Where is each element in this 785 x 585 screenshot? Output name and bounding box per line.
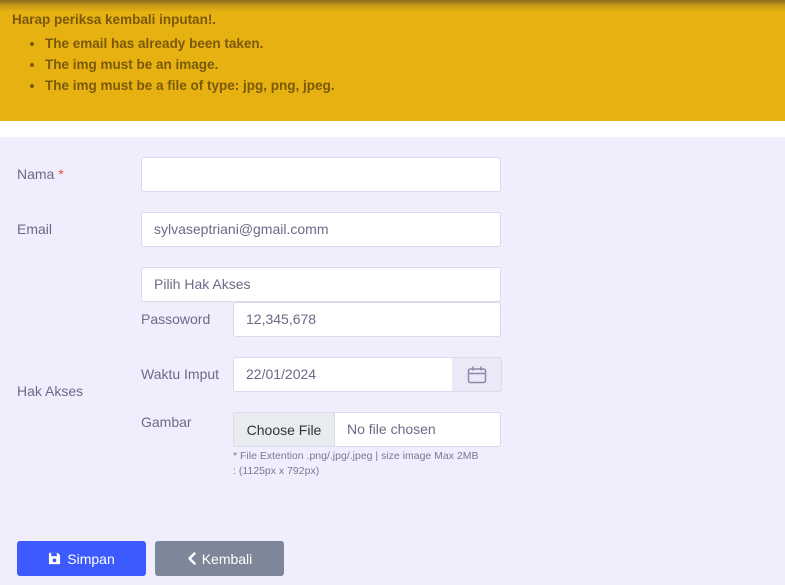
file-input[interactable]: Choose File No file chosen	[233, 412, 501, 447]
file-hint-line: : (1125px x 792px)	[233, 465, 320, 477]
date-input[interactable]: 22/01/2024	[233, 357, 453, 392]
file-hint-line: * File Extention .png/.jpg/.jpeg | size …	[233, 450, 479, 462]
gambar-label: Gambar	[141, 414, 192, 430]
chevron-left-icon	[188, 552, 196, 565]
nama-label-text: Nama	[17, 166, 55, 182]
back-button[interactable]: Kembali	[155, 541, 284, 576]
alert-title: Harap periksa kembali inputan!.	[12, 12, 217, 27]
password-input[interactable]: 12,345,678	[233, 302, 501, 337]
hak-akses-label: Hak Akses	[17, 383, 84, 399]
save-button[interactable]: Simpan	[17, 541, 146, 576]
error-item: The img must be an image.	[45, 54, 335, 75]
hak-akses-select[interactable]: Pilih Hak Akses	[141, 267, 501, 302]
file-hint: * File Extention .png/.jpg/.jpeg | size …	[233, 449, 503, 479]
email-input[interactable]: sylvaseptriani@gmail.comm	[141, 212, 501, 247]
nama-input[interactable]	[141, 157, 501, 192]
error-alert: Harap periksa kembali inputan!. The emai…	[0, 0, 785, 121]
divider-strip	[0, 121, 785, 137]
save-button-label: Simpan	[67, 550, 115, 567]
floppy-disk-icon	[49, 552, 61, 565]
file-status: No file chosen	[347, 421, 436, 437]
error-item: The email has already been taken.	[45, 33, 335, 54]
choose-file-button[interactable]: Choose File	[234, 413, 335, 446]
error-list: The email has already been taken. The im…	[45, 33, 335, 96]
email-label: Email	[17, 221, 53, 237]
error-item: The img must be a file of type: jpg, png…	[45, 75, 335, 96]
back-button-label: Kembali	[201, 550, 253, 567]
password-label: Passoword	[141, 311, 211, 327]
required-marker: *	[58, 166, 64, 182]
calendar-icon	[467, 366, 486, 383]
calendar-button[interactable]	[452, 357, 502, 392]
nama-label: Nama *	[17, 166, 64, 182]
waktu-label: Waktu Imput	[141, 366, 220, 382]
